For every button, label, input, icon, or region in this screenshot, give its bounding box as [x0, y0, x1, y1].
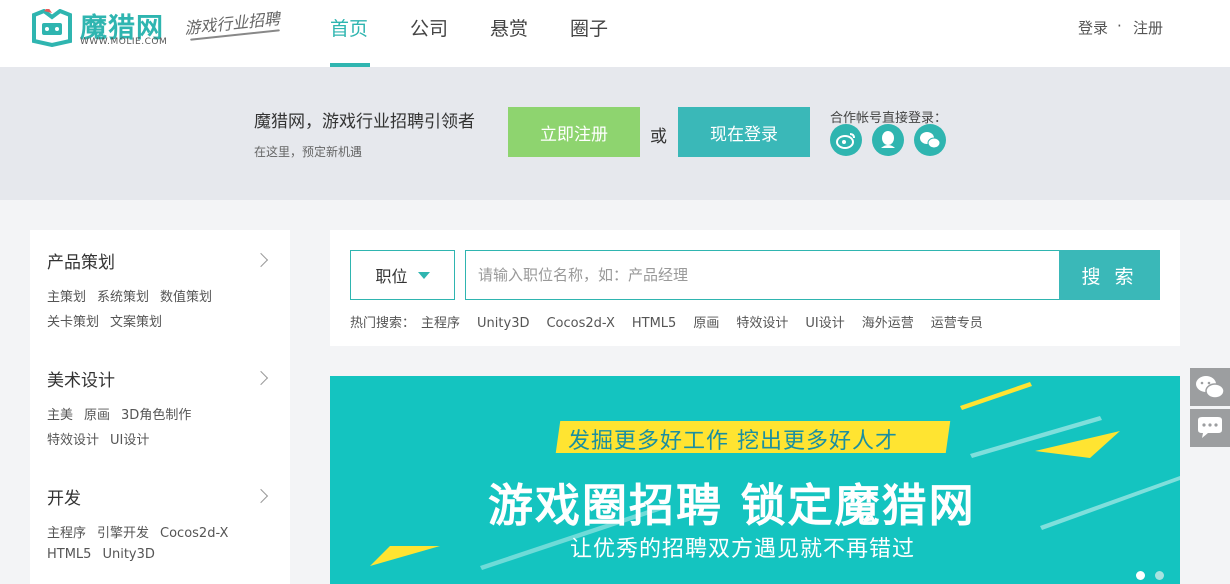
subcategory-link[interactable]: 数值策划 — [160, 290, 212, 305]
subcategory-link[interactable]: 主美 — [47, 408, 73, 423]
category-art-design[interactable]: 美术设计 — [47, 366, 115, 391]
subcategory-link[interactable]: 主策划 — [47, 290, 86, 305]
subcategory-row: HTML5 Unity3D — [47, 547, 166, 562]
hot-search-term[interactable]: Unity3D — [477, 316, 529, 331]
search-panel: 职位 搜 索 热门搜索： 主程序 Unity3D Cocos2d-X HTML5 原画 特效… — [330, 230, 1180, 346]
hot-search-term[interactable]: HTML5 — [632, 316, 676, 331]
hot-search-term[interactable]: 原画 — [693, 316, 719, 331]
category-title[interactable]: 开发 — [47, 484, 81, 509]
search-type-select[interactable]: 职位 — [350, 250, 455, 300]
wechat-icon[interactable] — [914, 124, 946, 156]
category-sidebar: 产品策划 主策划 系统策划 数值策划 关卡策划 文案策划 美术设计 主美 原画 3D角色制… — [30, 230, 290, 584]
hero-banner[interactable]: 发掘更多好工作 挖出更多好人才 游戏圈招聘 锁定魔猎网 让优秀的招聘双方遇见就不… — [330, 376, 1180, 584]
nav-circle[interactable]: 圈子 — [570, 14, 608, 41]
subcategory-link[interactable]: 原画 — [84, 408, 110, 423]
banner-slogan: 发掘更多好工作 挖出更多好人才 — [568, 429, 898, 454]
hot-search-term[interactable]: 主程序 — [421, 316, 460, 331]
subcategory-row: 主策划 系统策划 数值策划 — [47, 286, 223, 305]
subcategory-row: 主程序 引擎开发 Cocos2d-X — [47, 522, 239, 541]
hot-searches: 热门搜索： 主程序 Unity3D Cocos2d-X HTML5 原画 特效设计 UI设计 海… — [350, 312, 1000, 331]
subcategory-row: 关卡策划 文案策划 — [47, 311, 173, 330]
login-link[interactable]: 登录 — [1078, 17, 1108, 38]
category-title[interactable]: 美术设计 — [47, 366, 115, 391]
caret-down-icon — [417, 271, 430, 279]
subcategory-link[interactable]: 3D角色制作 — [121, 408, 191, 423]
carousel-dot-active[interactable] — [1136, 571, 1145, 580]
search-button[interactable]: 搜 索 — [1059, 250, 1160, 300]
nav-home[interactable]: 首页 — [330, 14, 368, 41]
search-type-value: 职位 — [375, 267, 408, 286]
register-link[interactable]: 注册 — [1133, 17, 1163, 38]
subcategory-row: 主美 原画 3D角色制作 — [47, 404, 202, 423]
subcategory-link[interactable]: HTML5 — [47, 547, 91, 562]
search-input[interactable] — [465, 250, 1060, 300]
login-now-button[interactable]: 现在登录 — [678, 107, 810, 157]
subcategory-link[interactable]: Cocos2d-X — [160, 526, 228, 541]
top-header: 魔猎网 WWW.MOLIE.COM 游戏行业招聘 首页 公司 悬赏 圈子 登录 … — [0, 0, 1230, 67]
auth-separator: · — [1117, 17, 1122, 35]
logo-icon[interactable] — [30, 9, 74, 47]
subcategory-link[interactable]: 关卡策划 — [47, 315, 99, 330]
strip-title: 魔猎网，游戏行业招聘引领者 — [254, 112, 475, 132]
chevron-right-icon[interactable] — [253, 488, 269, 504]
hot-search-term[interactable]: 海外运营 — [862, 316, 914, 331]
carousel-dot[interactable] — [1155, 571, 1164, 580]
logo-url: WWW.MOLIE.COM — [80, 37, 168, 47]
weibo-icon[interactable] — [830, 124, 862, 156]
subcategory-link[interactable]: 文案策划 — [110, 315, 162, 330]
subcategory-link[interactable]: 主程序 — [47, 526, 86, 541]
or-label: 或 — [650, 127, 667, 147]
chat-float-icon[interactable] — [1190, 409, 1230, 447]
subcategory-link[interactable]: UI设计 — [110, 433, 149, 448]
subcategory-link[interactable]: 引擎开发 — [97, 526, 149, 541]
hot-search-term[interactable]: UI设计 — [805, 316, 844, 331]
banner-headline: 游戏圈招聘 锁定魔猎网 — [488, 479, 976, 532]
subcategory-row: 特效设计 UI设计 — [47, 429, 160, 448]
category-title[interactable]: 产品策划 — [47, 248, 115, 273]
subcategory-link[interactable]: Unity3D — [102, 547, 154, 562]
chevron-right-icon[interactable] — [253, 370, 269, 386]
subcategory-link[interactable]: 特效设计 — [47, 433, 99, 448]
promo-strip: 魔猎网，游戏行业招聘引领者 在这里，预定新机遇 立即注册 或 现在登录 合作帐号… — [0, 67, 1230, 200]
subcategory-link[interactable]: 系统策划 — [97, 290, 149, 305]
qq-icon[interactable] — [872, 124, 904, 156]
category-product-planning[interactable]: 产品策划 — [47, 248, 115, 273]
chevron-right-icon[interactable] — [253, 252, 269, 268]
hot-search-term[interactable]: 运营专员 — [931, 316, 983, 331]
hot-search-term[interactable]: Cocos2d-X — [546, 316, 614, 331]
register-now-button[interactable]: 立即注册 — [508, 107, 640, 157]
banner-tagline: 让优秀的招聘双方遇见就不再错过 — [570, 537, 916, 562]
wechat-float-icon[interactable] — [1190, 368, 1230, 406]
hot-search-term[interactable]: 特效设计 — [736, 316, 788, 331]
nav-company[interactable]: 公司 — [410, 14, 448, 41]
hot-search-label: 热门搜索： — [350, 316, 416, 331]
strip-subtitle: 在这里，预定新机遇 — [254, 145, 363, 159]
nav-bounty[interactable]: 悬赏 — [490, 14, 528, 41]
category-development[interactable]: 开发 — [47, 484, 81, 509]
